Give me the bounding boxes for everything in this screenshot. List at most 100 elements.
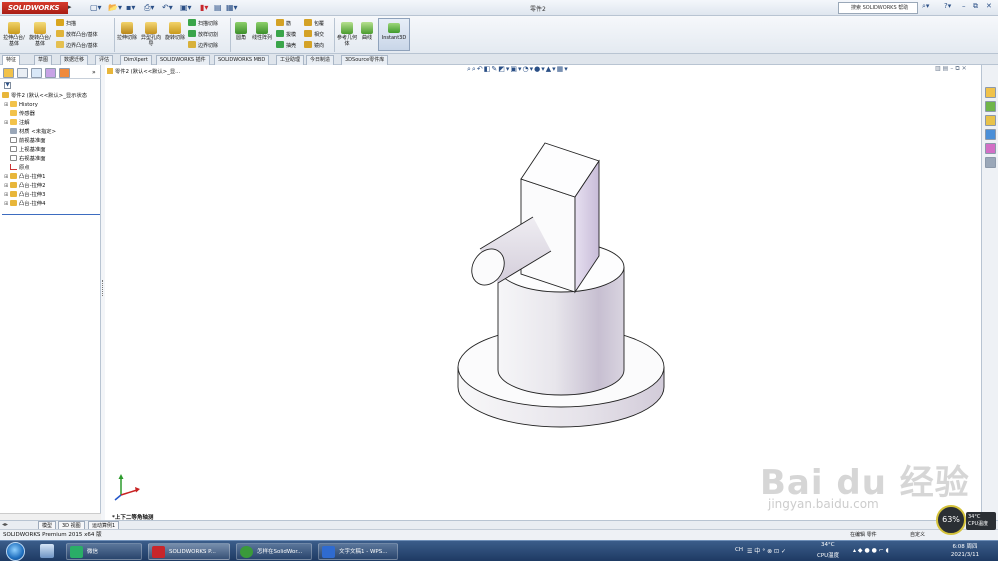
- graphics-breadcrumb[interactable]: 零件2 (默认<<默认>_显...: [107, 67, 180, 75]
- select-icon[interactable]: ▣▾: [180, 2, 192, 14]
- boundary-cut-button[interactable]: 边界切除: [188, 41, 218, 50]
- draft-button[interactable]: 拔模: [276, 30, 296, 39]
- tree-root[interactable]: 零件2 (默认<<默认>_显示状态: [2, 92, 101, 101]
- tree-item-sensors[interactable]: 传感器: [2, 110, 101, 119]
- explorer-icon[interactable]: [40, 544, 54, 558]
- taskbar-app-solidworks[interactable]: SOLIDWORKS P...: [148, 543, 230, 560]
- previous-view-icon[interactable]: ↶: [477, 65, 484, 73]
- dimxpert-manager-tab-icon[interactable]: [45, 68, 56, 78]
- tab-data-migration[interactable]: 数据迁移: [60, 55, 89, 65]
- custom-properties-icon[interactable]: [985, 157, 996, 168]
- more-tabs-icon[interactable]: »: [92, 69, 96, 76]
- tree-item-boss-extrude-2[interactable]: ⊞ 凸台-拉伸2: [2, 182, 101, 191]
- tab-solidworks-addins[interactable]: SOLIDWORKS 插件: [156, 55, 210, 65]
- taskbar-app-browser[interactable]: 怎样在SolidWor...: [236, 543, 312, 560]
- horizontal-scrollbar[interactable]: [0, 513, 101, 520]
- tab-today-manufacturing[interactable]: 今日制造: [306, 55, 335, 65]
- instant3d-button[interactable]: Instant3D: [378, 18, 410, 51]
- extrude-boss-button[interactable]: 拉伸凸台/基体: [2, 22, 26, 47]
- tree-item-origin[interactable]: 原点: [2, 164, 101, 173]
- taskbar-app-wechat[interactable]: 微信: [66, 543, 142, 560]
- file-explorer-icon[interactable]: [985, 115, 996, 126]
- tab-solidworks-mbd[interactable]: SOLIDWORKS MBD: [214, 55, 270, 65]
- ime-icons[interactable]: ☰ 中 ° ⊗ ⊡ ✓: [747, 546, 786, 555]
- tree-item-right-plane[interactable]: 右视基准面: [2, 155, 101, 164]
- menu-expand-icon[interactable]: ▸: [68, 3, 72, 11]
- tree-item-boss-extrude-1[interactable]: ⊞ 凸台-拉伸1: [2, 173, 101, 182]
- restore-icon[interactable]: ⧉: [973, 2, 978, 11]
- rollback-bar[interactable]: [2, 214, 100, 215]
- extrude-cut-button[interactable]: 拉伸切除: [116, 22, 138, 41]
- start-button-icon[interactable]: [6, 542, 25, 561]
- tree-item-annotations[interactable]: ⊞ 注解: [2, 119, 101, 128]
- tree-item-history[interactable]: ⊞ History: [2, 101, 101, 110]
- tree-item-boss-extrude-4[interactable]: ⊞ 凸台-拉伸4: [2, 200, 101, 209]
- solidworks-resources-icon[interactable]: [985, 87, 996, 98]
- rebuild-icon[interactable]: ▮▾: [200, 2, 208, 14]
- swept-cut-button[interactable]: 扫描切除: [188, 19, 218, 28]
- view-palette-icon[interactable]: [985, 129, 996, 140]
- design-library-icon[interactable]: [985, 101, 996, 112]
- input-language[interactable]: CH: [735, 547, 743, 553]
- display-manager-tab-icon[interactable]: [59, 68, 70, 78]
- tree-item-top-plane[interactable]: 上视基准面: [2, 146, 101, 155]
- appearances-icon[interactable]: [985, 143, 996, 154]
- undo-icon[interactable]: ↶▾: [162, 2, 173, 14]
- graphics-area[interactable]: 零件2 (默认<<默认>_显... ⌕⌕↶◧✎◩▾▣▾◔▾●▾▲▾▦▾ ▥▤–⧉…: [105, 65, 981, 521]
- tab-dimxpert[interactable]: DimXpert: [120, 55, 152, 65]
- boundary-boss-button[interactable]: 边界凸台/基体: [56, 41, 98, 50]
- intersect-button[interactable]: 相交: [304, 30, 324, 39]
- scroll-arrows-icon[interactable]: ◂▸: [2, 521, 8, 528]
- tab-features[interactable]: 特征: [2, 55, 21, 65]
- cpu-usage-gauge[interactable]: 63%: [936, 505, 966, 535]
- minimize-icon[interactable]: –: [962, 2, 966, 10]
- hole-wizard-button[interactable]: 异型孔向导: [139, 22, 163, 47]
- question-icon[interactable]: ?▾: [944, 2, 951, 10]
- taskbar-app-wps[interactable]: 文字文稿1 - WPS...: [318, 543, 398, 560]
- open-icon[interactable]: 📂▾: [108, 2, 122, 14]
- rib-button[interactable]: 筋: [276, 19, 291, 28]
- tab-industrial-assistant[interactable]: 工业助理: [276, 55, 305, 65]
- units-selector[interactable]: 自定义: [910, 530, 925, 540]
- property-manager-tab-icon[interactable]: [17, 68, 28, 78]
- tab-3dsource-library[interactable]: 3DSource零件库: [341, 55, 389, 65]
- close-icon[interactable]: ✕: [986, 2, 992, 10]
- tree-item-boss-extrude-3[interactable]: ⊞ 凸台-拉伸3: [2, 191, 101, 200]
- display-style-icon[interactable]: ▣▾: [510, 65, 522, 73]
- fillet-button[interactable]: 圆角: [232, 22, 250, 41]
- tree-item-material[interactable]: 材质 <未指定>: [2, 128, 101, 137]
- search-icon[interactable]: ⌕▾: [922, 2, 929, 11]
- tree-item-front-plane[interactable]: 前视基准面: [2, 137, 101, 146]
- hide-show-icon[interactable]: ◔▾: [523, 65, 535, 73]
- tray-icons[interactable]: ▴ ◆ ● ● ⌐ ◖: [853, 547, 889, 554]
- view-orientation-icon[interactable]: ◩▾: [498, 65, 510, 73]
- curves-button[interactable]: 曲线: [359, 22, 375, 41]
- view-settings-icon[interactable]: ▦▾: [557, 65, 569, 73]
- tab-sketch[interactable]: 草图: [34, 55, 53, 65]
- shell-button[interactable]: 抽壳: [276, 41, 296, 50]
- new-icon[interactable]: ▢▾: [90, 2, 102, 14]
- loft-button[interactable]: 放样凸台/基体: [56, 30, 98, 39]
- splitter-grip-icon[interactable]: [102, 280, 104, 296]
- file-properties-icon[interactable]: ▤: [214, 2, 222, 14]
- print-icon[interactable]: ⎙▾: [144, 2, 154, 14]
- appearance-icon[interactable]: ●▾: [534, 65, 546, 73]
- close-icon[interactable]: ✕: [962, 65, 969, 72]
- save-icon[interactable]: ▪▾: [126, 2, 135, 14]
- linear-pattern-button[interactable]: 线性阵列: [251, 22, 273, 41]
- help-search-input[interactable]: 搜索 SOLIDWORKS 帮助: [838, 2, 918, 14]
- sweep-button[interactable]: 扫描: [56, 19, 76, 28]
- mirror-button[interactable]: 镜向: [304, 41, 324, 50]
- revolve-boss-button[interactable]: 旋转凸台/基体: [28, 22, 52, 47]
- clock[interactable]: 6:08 周四 2021/3/11: [940, 543, 990, 559]
- part-model[interactable]: [455, 137, 685, 437]
- revolve-cut-button[interactable]: 旋转切除: [164, 22, 186, 41]
- tab-evaluate[interactable]: 评估: [95, 55, 114, 65]
- filter-icon[interactable]: ▼: [4, 82, 11, 89]
- wrap-button[interactable]: 包覆: [304, 19, 324, 28]
- lofted-cut-button[interactable]: 放样切割: [188, 30, 218, 39]
- options-icon[interactable]: ▦▾: [226, 2, 238, 14]
- scene-icon[interactable]: ▲▾: [546, 65, 557, 73]
- reference-geometry-button[interactable]: 参考几何体: [336, 22, 358, 47]
- tile-icon[interactable]: ▥: [935, 65, 943, 72]
